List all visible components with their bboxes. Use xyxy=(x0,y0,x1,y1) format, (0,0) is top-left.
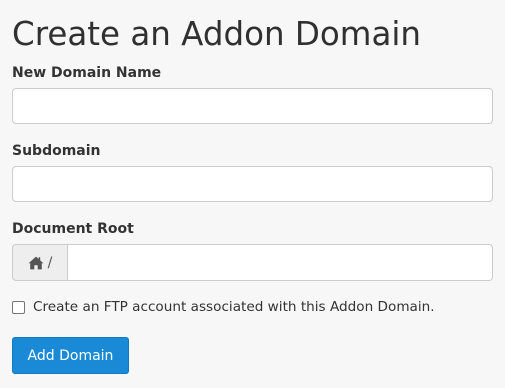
subdomain-label: Subdomain xyxy=(12,143,101,159)
add-domain-button[interactable]: Add Domain xyxy=(12,337,129,374)
document-root-input[interactable] xyxy=(67,244,493,281)
ftp-account-label[interactable]: Create an FTP account associated with th… xyxy=(33,298,435,316)
new-domain-name-input[interactable] xyxy=(12,88,493,124)
document-root-label: Document Root xyxy=(12,221,134,237)
document-root-prefix: / xyxy=(12,244,67,281)
ftp-account-checkbox[interactable] xyxy=(12,300,25,314)
new-domain-name-label: New Domain Name xyxy=(12,65,162,81)
subdomain-input[interactable] xyxy=(12,166,493,202)
document-root-group: / xyxy=(12,244,493,281)
home-icon xyxy=(28,256,44,269)
page-title: Create an Addon Domain xyxy=(12,15,422,53)
ftp-account-option[interactable]: Create an FTP account associated with th… xyxy=(12,298,435,316)
path-separator: / xyxy=(47,254,53,271)
